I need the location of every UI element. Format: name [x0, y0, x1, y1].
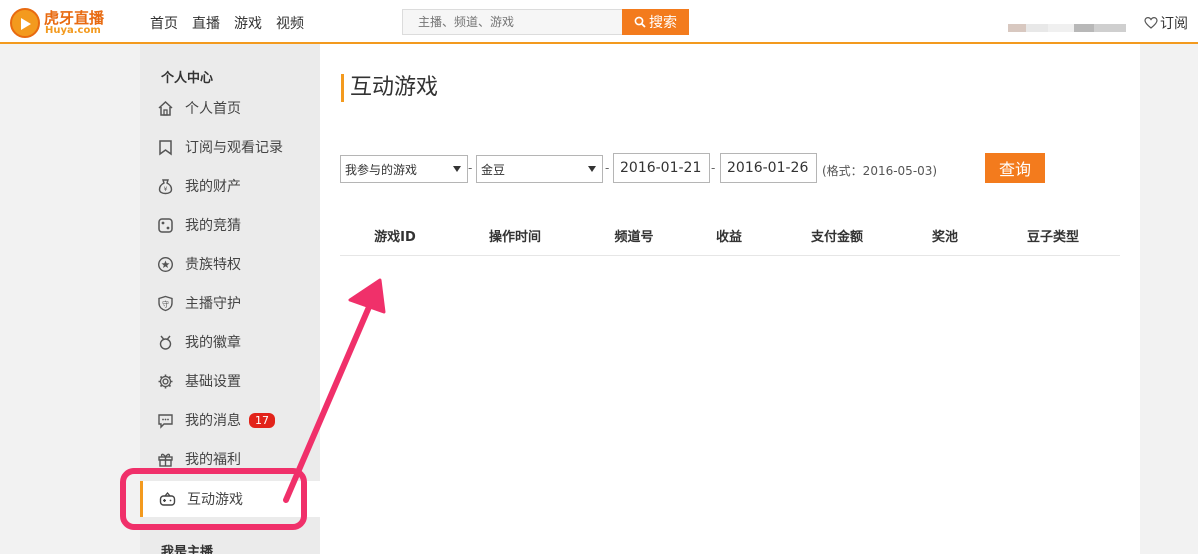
sidebar-item-badges[interactable]: 我的徽章 [140, 324, 320, 360]
column-header-bean-type[interactable]: 豆子类型 [1027, 226, 1079, 245]
currency-select[interactable]: 金豆 [476, 155, 603, 183]
sidebar-item-messages[interactable]: 我的消息 17 [140, 402, 320, 438]
date-format-hint: (格式：2016-05-03) [822, 164, 938, 178]
heart-icon [1144, 16, 1158, 29]
currency-value: 金豆 [481, 162, 506, 177]
sidebar-item-label: 我的竞猜 [185, 218, 241, 234]
unread-count-badge: 17 [249, 412, 275, 428]
date-to-input[interactable]: 2016-01-26 [720, 153, 817, 183]
nav-video[interactable]: 视频 [276, 13, 304, 33]
sidebar-item-subscriptions[interactable]: 订阅与观看记录 [140, 129, 320, 165]
search-input[interactable] [402, 9, 622, 35]
svg-text:¥: ¥ [164, 186, 168, 193]
logo-domain: Huya.com [45, 25, 101, 36]
search-button[interactable]: 搜索 [622, 9, 689, 35]
sidebar-item-property[interactable]: ¥ 我的财产 [140, 168, 320, 204]
search-icon [634, 16, 646, 28]
sidebar-section-title-streamer: 我是主播 [161, 545, 214, 554]
bookmark-icon [159, 139, 172, 155]
home-icon [158, 100, 173, 116]
dice-icon [158, 217, 173, 233]
sidebar-item-label: 个人首页 [185, 101, 241, 117]
nav-live[interactable]: 直播 [192, 13, 220, 33]
search-button-label: 搜索 [649, 14, 677, 30]
sidebar-item-label: 订阅与观看记录 [185, 140, 283, 156]
sidebar-item-guess[interactable]: 我的竞猜 [140, 207, 320, 243]
sidebar-item-label: 主播守护 [185, 296, 241, 312]
sidebar-item-settings[interactable]: 基础设置 [140, 363, 320, 399]
sidebar-item-label: 贵族特权 [185, 257, 241, 273]
filter-separator: - [468, 161, 473, 175]
sidebar-item-label: 我的财产 [185, 179, 241, 195]
filter-separator: - [711, 161, 716, 175]
sidebar-item-home[interactable]: 个人首页 [140, 90, 320, 126]
badge-icon [159, 335, 172, 350]
dropdown-arrow-icon [588, 166, 596, 172]
column-header-game-id[interactable]: 游戏ID [374, 226, 416, 245]
sidebar-section-title: 个人中心 [161, 71, 214, 86]
sidebar-item-noble[interactable]: 贵族特权 [140, 246, 320, 282]
results-table-header: 游戏ID 操作时间 频道号 收益 支付金额 奖池 豆子类型 [340, 214, 1120, 256]
query-button[interactable]: 查询 [985, 153, 1045, 183]
subscribe-link[interactable]: 订阅 [1144, 13, 1188, 33]
game-type-select[interactable]: 我参与的游戏 [340, 155, 468, 183]
sidebar-item-label: 我的徽章 [185, 335, 241, 351]
tiger-logo-icon [10, 8, 40, 38]
star-circle-icon [157, 256, 174, 272]
sidebar-item-interactive-games[interactable]: 互动游戏 [140, 481, 320, 517]
main-content: 互动游戏 我参与的游戏 - 金豆 - 2016-01-21 - 2016-01-… [320, 44, 1140, 554]
nav-games[interactable]: 游戏 [234, 13, 262, 33]
sidebar-item-label: 我的福利 [185, 452, 241, 468]
sidebar-item-label: 互动游戏 [187, 492, 243, 508]
sidebar-item-label: 基础设置 [185, 374, 241, 390]
sidebar-item-label: 我的消息 [185, 413, 241, 429]
main-nav: 首页 直播 游戏 视频 [150, 13, 304, 33]
huya-logo[interactable]: 虎牙直播 Huya.com [10, 8, 110, 38]
sidebar-item-welfare[interactable]: 我的福利 [140, 441, 320, 477]
column-header-operation-time[interactable]: 操作时间 [489, 226, 541, 245]
subscribe-label: 订阅 [1160, 16, 1188, 32]
shield-icon: 守 [158, 295, 173, 311]
message-icon [158, 413, 173, 429]
filter-separator: - [605, 161, 610, 175]
column-header-channel[interactable]: 频道号 [614, 226, 653, 245]
dropdown-arrow-icon [453, 166, 461, 172]
user-info-blurred[interactable] [1008, 24, 1126, 32]
svg-text:守: 守 [162, 299, 169, 308]
nav-home[interactable]: 首页 [150, 13, 178, 33]
game-type-value: 我参与的游戏 [345, 162, 418, 177]
gamepad-icon [159, 491, 176, 506]
column-header-prize-pool[interactable]: 奖池 [932, 226, 958, 245]
sidebar-item-guard[interactable]: 守 主播守护 [140, 285, 320, 321]
column-header-payment[interactable]: 支付金额 [811, 226, 863, 245]
date-from-input[interactable]: 2016-01-21 [613, 153, 710, 183]
money-bag-icon: ¥ [158, 178, 173, 194]
gear-icon [158, 374, 173, 388]
gift-icon [158, 453, 173, 467]
column-header-income[interactable]: 收益 [716, 226, 742, 245]
user-center-sidebar: 个人中心 个人首页 订阅与观看记录 ¥ 我的财产 我的竞猜 贵族特权 守 主播守… [140, 44, 320, 554]
top-header: 虎牙直播 Huya.com 首页 直播 游戏 视频 搜索 订阅 [0, 0, 1198, 44]
page-title: 互动游戏 [341, 74, 438, 102]
